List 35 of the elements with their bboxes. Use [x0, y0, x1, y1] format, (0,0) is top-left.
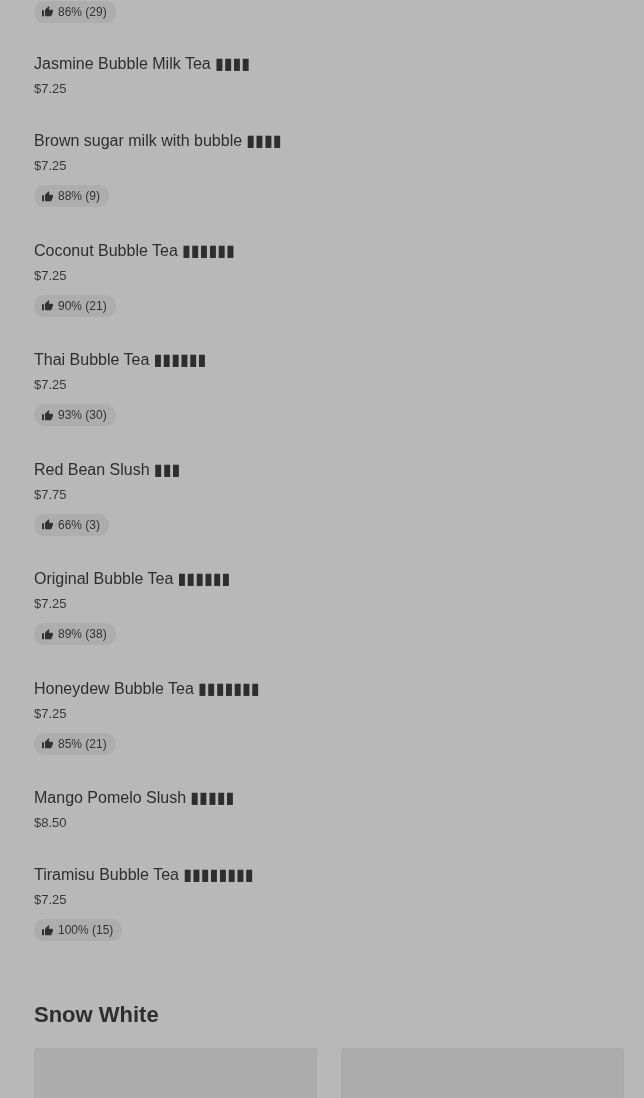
thumbs-up-icon: [42, 190, 53, 202]
rating-text: 100% (15): [58, 924, 114, 936]
item-price: $8.50: [34, 814, 67, 832]
thumbs-up-icon: [42, 738, 53, 749]
item-price: $7.75: [34, 485, 67, 504]
thumbs-up-icon: [42, 924, 53, 936]
item-title: Brown sugar milk with bubble ▮▮▮▮: [34, 131, 282, 151]
item-price: $7.25: [34, 595, 67, 613]
rating-text: 86% (29): [58, 5, 107, 18]
thumbs-up-icon: [42, 519, 53, 530]
item-title: Coconut Bubble Tea ▮▮▮▮▮▮: [34, 240, 236, 261]
thumbs-up-icon: [42, 628, 53, 640]
item-title: Original Bubble Tea ▮▮▮▮▮▮: [34, 569, 231, 589]
rating-text: 66% (3): [58, 518, 101, 531]
item-price: $7.25: [34, 704, 67, 723]
item-price: $7.25: [34, 376, 67, 394]
thumbs-up-icon: [42, 6, 53, 17]
rating-text: 93% (30): [58, 409, 107, 421]
item-title: Red Bean Slush ▮▮▮: [34, 459, 181, 480]
thumbs-up-icon: [42, 300, 53, 311]
item-title: Jasmine Bubble Milk Tea ▮▮▮▮: [34, 54, 251, 74]
item-price: $7.25: [34, 80, 67, 98]
item-title: Thai Bubble Tea ▮▮▮▮▮▮: [34, 350, 207, 370]
rating-text: 90% (21): [58, 299, 107, 312]
item-title: Honeydew Bubble Tea ▮▮▮▮▮▮▮: [34, 678, 260, 699]
rating-text: 88% (9): [58, 190, 101, 202]
item-price: $7.25: [34, 157, 67, 175]
item-title: Mango Pomelo Slush ▮▮▮▮▮: [34, 788, 235, 808]
item-title: Tiramisu Bubble Tea ▮▮▮▮▮▮▮▮: [34, 865, 254, 885]
thumbs-up-icon: [42, 409, 53, 421]
item-price: $7.25: [34, 891, 67, 909]
section-heading: Snow White: [34, 1000, 159, 1029]
item-price: $7.25: [34, 266, 67, 285]
rating-text: 85% (21): [58, 737, 107, 750]
rating-text: 89% (38): [58, 628, 107, 640]
